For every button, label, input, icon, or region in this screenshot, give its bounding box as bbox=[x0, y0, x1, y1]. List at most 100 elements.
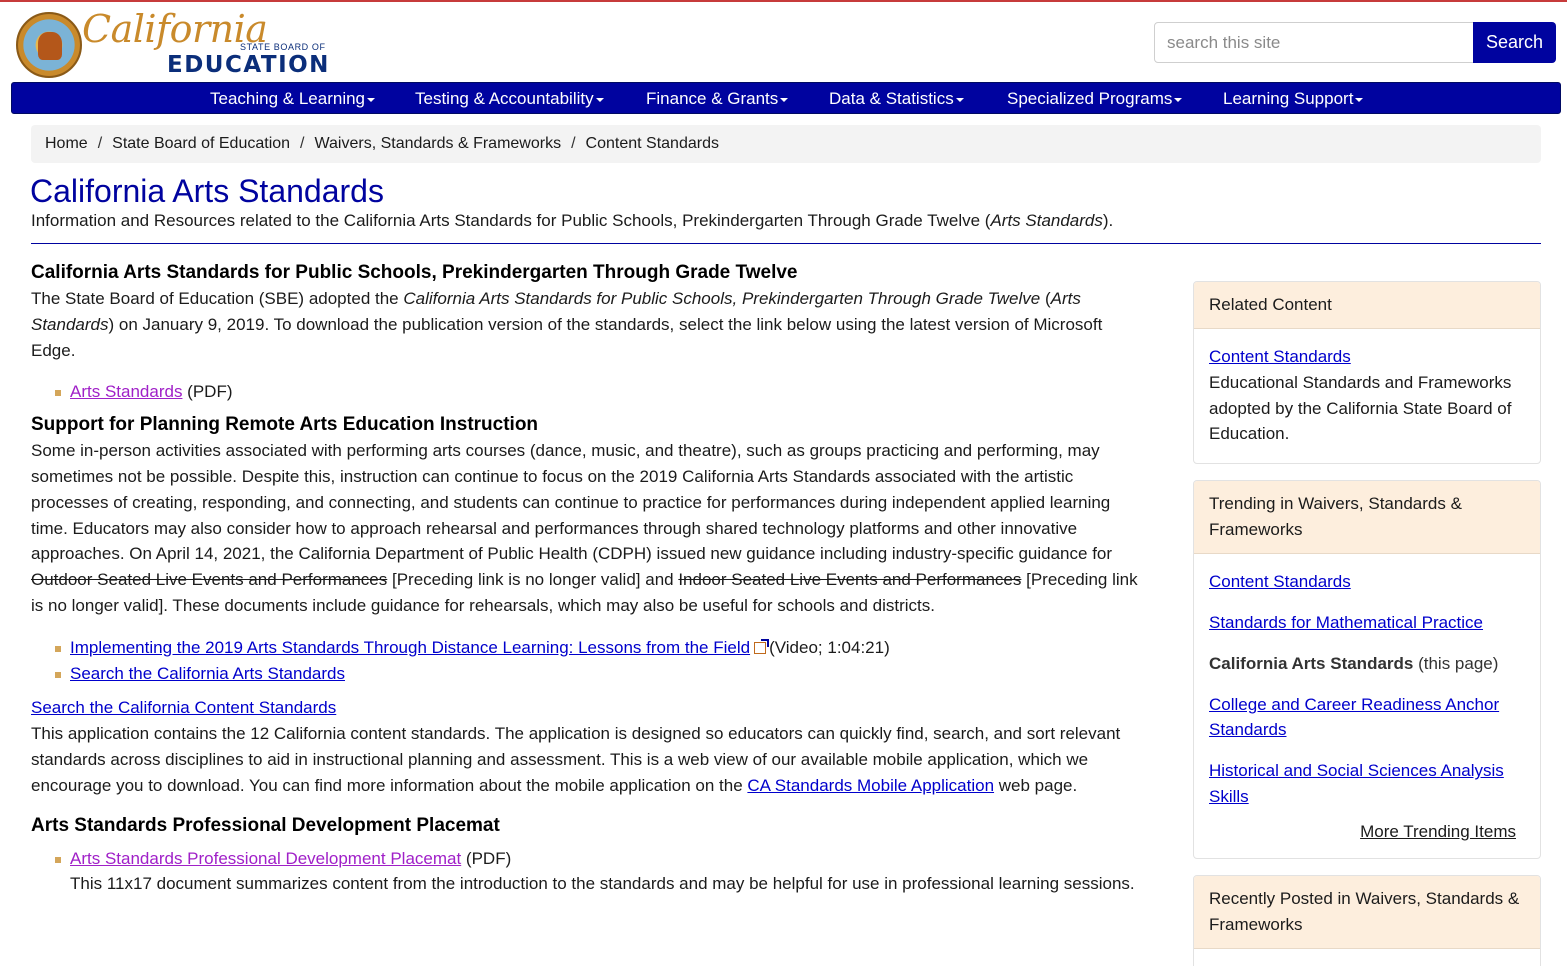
breadcrumb-separator: / bbox=[97, 135, 103, 153]
search-arts-standards-link[interactable]: Search the California Arts Standards bbox=[70, 664, 345, 683]
recently-posted-card: Recently Posted in Waivers, Standards & … bbox=[1193, 874, 1541, 966]
main-content: California Arts Standards for Public Sch… bbox=[31, 260, 1146, 897]
lead-italic: Arts Standards bbox=[990, 211, 1103, 230]
more-trending: More Trending Items bbox=[1209, 819, 1525, 845]
state-seal-icon bbox=[16, 12, 82, 78]
text: ) on January 9, 2019. To download the pu… bbox=[31, 314, 1103, 360]
list-item: Arts Standards Professional Development … bbox=[31, 846, 1146, 872]
nav-data-statistics[interactable]: Data & Statistics bbox=[829, 87, 964, 111]
page-title: California Arts Standards bbox=[30, 173, 384, 209]
list-item: Implementing the 2019 Arts Standards Thr… bbox=[31, 635, 1146, 661]
logo-education-text: EDUCATION bbox=[167, 52, 330, 78]
trending-body: Content Standards Standards for Mathemat… bbox=[1194, 554, 1540, 857]
external-link-icon bbox=[754, 638, 770, 654]
related-content-standards-link[interactable]: Content Standards bbox=[1209, 347, 1351, 366]
search-input[interactable] bbox=[1154, 22, 1474, 63]
invalid-link-indoor: Indoor Seated Live Events and Performanc… bbox=[678, 570, 1022, 590]
trending-link-hss-analysis[interactable]: Historical and Social Sciences Analysis … bbox=[1209, 761, 1504, 806]
breadcrumb-content-standards[interactable]: Content Standards bbox=[586, 131, 719, 157]
related-content-description: Educational Standards and Frameworks ado… bbox=[1209, 372, 1512, 444]
section-heading-remote-instruction: Support for Planning Remote Arts Educati… bbox=[31, 414, 539, 436]
section-text-adoption: The State Board of Education (SBE) adopt… bbox=[31, 286, 1146, 363]
title-divider bbox=[31, 243, 1541, 244]
file-type-note: (PDF) bbox=[461, 848, 512, 868]
breadcrumb-separator: / bbox=[571, 135, 576, 153]
trending-item: Standards for Mathematical Practice bbox=[1209, 610, 1525, 636]
trending-card: Trending in Waivers, Standards & Framewo… bbox=[1193, 480, 1541, 859]
lead-text: Information and Resources related to the… bbox=[31, 211, 991, 230]
nav-learning-support[interactable]: Learning Support bbox=[1223, 87, 1364, 111]
breadcrumb-waivers[interactable]: Waivers, Standards & Frameworks bbox=[315, 131, 562, 157]
arts-standards-list: Arts Standards (PDF) bbox=[31, 379, 1146, 405]
caret-down-icon bbox=[955, 97, 964, 102]
text: ( bbox=[1040, 289, 1051, 308]
search-content-standards-line: Search the California Content Standards bbox=[31, 695, 1146, 721]
text: The State Board of Education (SBE) adopt… bbox=[31, 289, 404, 308]
trending-item: Content Standards bbox=[1209, 569, 1525, 595]
caret-down-icon bbox=[780, 97, 789, 102]
text: web page. bbox=[994, 775, 1078, 795]
section-heading-placemat: Arts Standards Professional Development … bbox=[31, 814, 500, 836]
cde-logo[interactable]: California STATE BOARD OF EDUCATION bbox=[16, 7, 328, 81]
trending-link-content-standards[interactable]: Content Standards bbox=[1209, 572, 1351, 591]
nav-testing-accountability[interactable]: Testing & Accountability bbox=[415, 87, 604, 111]
nav-specialized-programs[interactable]: Specialized Programs bbox=[1007, 87, 1183, 111]
invalid-link-outdoor: Outdoor Seated Live Events and Performan… bbox=[31, 570, 388, 590]
sidebar: Related Content Content Standards Educat… bbox=[1193, 281, 1541, 966]
nav-label: Testing & Accountability bbox=[415, 89, 594, 108]
logo-state-board-text: STATE BOARD OF bbox=[240, 42, 326, 52]
text: [Preceding link is no longer valid] and bbox=[387, 570, 679, 590]
nav-teaching-learning[interactable]: Teaching & Learning bbox=[210, 87, 376, 111]
trending-link-ccr-anchor[interactable]: College and Career Readiness Anchor Stan… bbox=[1209, 695, 1499, 740]
caret-down-icon bbox=[1355, 97, 1364, 102]
arts-standards-pdf-link[interactable]: Arts Standards bbox=[70, 382, 182, 401]
related-content-card: Related Content Content Standards Educat… bbox=[1193, 281, 1541, 465]
trending-link-math-practice[interactable]: Standards for Mathematical Practice bbox=[1209, 613, 1483, 632]
site-header: California STATE BOARD OF EDUCATION Sear… bbox=[0, 2, 1567, 82]
placemat-list: Arts Standards Professional Development … bbox=[31, 846, 1146, 898]
video-note: (Video; 1:04:21) bbox=[769, 637, 890, 657]
main-nav: Teaching & Learning Testing & Accountabi… bbox=[11, 82, 1561, 114]
caret-down-icon bbox=[595, 97, 604, 102]
breadcrumb-home[interactable]: Home bbox=[45, 131, 88, 157]
search-button[interactable]: Search bbox=[1473, 22, 1556, 63]
nav-label: Teaching & Learning bbox=[210, 89, 366, 108]
related-content-body: Content Standards Educational Standards … bbox=[1194, 329, 1540, 463]
nav-label: Specialized Programs bbox=[1007, 89, 1173, 108]
remote-resources-list: Implementing the 2019 Arts Standards Thr… bbox=[31, 635, 1146, 687]
ca-standards-mobile-app-link[interactable]: CA Standards Mobile Application bbox=[747, 776, 994, 795]
breadcrumb-separator: / bbox=[300, 135, 305, 153]
section-heading-arts-standards: California Arts Standards for Public Sch… bbox=[31, 262, 798, 283]
text: This 11x17 document summarizes content f… bbox=[70, 874, 1135, 894]
nav-label: Learning Support bbox=[1223, 89, 1354, 108]
nav-label: Data & Statistics bbox=[829, 89, 954, 108]
lead-suffix: ). bbox=[1102, 211, 1114, 230]
placemat-pdf-link[interactable]: Arts Standards Professional Development … bbox=[70, 849, 461, 868]
nav-finance-grants[interactable]: Finance & Grants bbox=[646, 87, 789, 111]
trending-item: College and Career Readiness Anchor Stan… bbox=[1209, 692, 1525, 744]
placemat-description: This 11x17 document summarizes content f… bbox=[31, 871, 1146, 897]
current-page-note: (this page) bbox=[1413, 653, 1499, 673]
italic-title: California Arts Standards for Public Sch… bbox=[403, 289, 1041, 308]
breadcrumb: Home / State Board of Education / Waiver… bbox=[31, 125, 1541, 163]
section-text-remote: Some in-person activities associated wit… bbox=[31, 438, 1146, 619]
list-item: Arts Standards (PDF) bbox=[31, 379, 1146, 405]
trending-item: Historical and Social Sciences Analysis … bbox=[1209, 758, 1525, 810]
more-trending-link[interactable]: More Trending Items bbox=[1360, 822, 1516, 841]
caret-down-icon bbox=[1174, 97, 1183, 102]
trending-title: Trending in Waivers, Standards & Framewo… bbox=[1194, 481, 1540, 555]
recently-posted-title: Recently Posted in Waivers, Standards & … bbox=[1194, 875, 1540, 949]
section-text-content-standards: This application contains the 12 Califor… bbox=[31, 721, 1146, 798]
breadcrumb-state-board[interactable]: State Board of Education bbox=[112, 131, 290, 157]
search-content-standards-link[interactable]: Search the California Content Standards bbox=[31, 698, 336, 717]
list-item: Search the California Arts Standards bbox=[31, 661, 1146, 687]
current-page-label: California Arts Standards bbox=[1209, 653, 1414, 673]
file-type-note: (PDF) bbox=[182, 382, 233, 402]
distance-learning-video-link[interactable]: Implementing the 2019 Arts Standards Thr… bbox=[70, 638, 750, 657]
related-content-title: Related Content bbox=[1194, 282, 1540, 329]
nav-label: Finance & Grants bbox=[646, 89, 779, 108]
page-lead: Information and Resources related to the… bbox=[31, 208, 1113, 234]
trending-item-current: California Arts Standards (this page) bbox=[1209, 651, 1525, 677]
text: Some in-person activities associated wit… bbox=[31, 441, 1113, 564]
caret-down-icon bbox=[367, 97, 376, 102]
